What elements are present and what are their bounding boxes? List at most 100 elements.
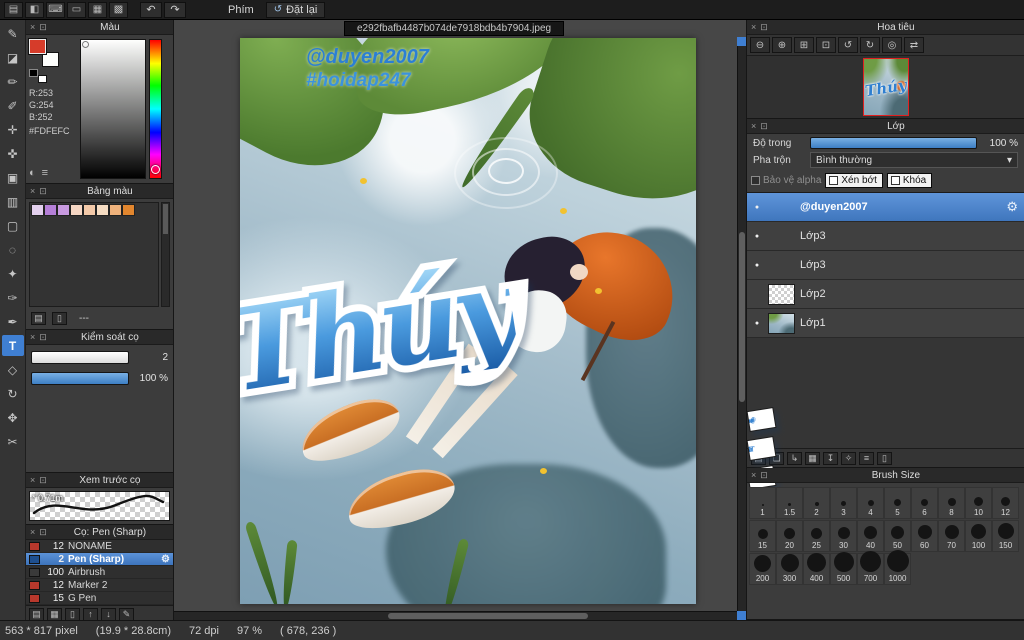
scroll-up-button[interactable] — [737, 37, 746, 46]
sv-marker[interactable] — [82, 41, 89, 48]
add-brush-icon[interactable]: ▤ — [29, 607, 44, 621]
alpha-lock-checkbox[interactable]: Bảo vệ alpha — [751, 175, 821, 186]
new-document-icon[interactable]: ▤ — [4, 1, 23, 18]
foreground-background-swatches[interactable] — [29, 39, 59, 67]
brush-size-option[interactable]: 10 — [965, 487, 992, 519]
hue-marker[interactable] — [151, 165, 160, 174]
reset-button[interactable]: ↺ Đặt lại — [265, 1, 326, 18]
brush-size-option[interactable]: 40 — [857, 520, 884, 552]
brush-size-option[interactable]: 8 — [938, 487, 965, 519]
default-colors-widget[interactable] — [29, 69, 47, 83]
hand-tool[interactable]: ✥ — [2, 407, 24, 428]
zoom-in-icon[interactable]: ⊕ — [772, 37, 792, 53]
scroll-down-button[interactable] — [737, 611, 746, 620]
layer-settings-icon[interactable]: ⚙ — [1006, 199, 1020, 215]
comment-icon[interactable]: ◧ — [25, 1, 44, 18]
default-white-swatch[interactable] — [38, 75, 47, 83]
keyboard-icon[interactable]: ⌨ — [46, 1, 65, 18]
brush-size-option[interactable]: 50 — [884, 520, 911, 552]
brush-size-option[interactable]: 300 — [776, 553, 803, 585]
canvas-artwork[interactable]: Thúy Thúy @duyen2007 #hoidap247 — [240, 38, 696, 604]
layer-visibility-toggle[interactable]: ● — [751, 233, 763, 240]
palette-swatch[interactable] — [57, 204, 70, 216]
eraser-tool[interactable]: ◪ — [2, 47, 24, 68]
default-black-swatch[interactable] — [29, 69, 38, 77]
table-icon[interactable]: ▩ — [109, 1, 128, 18]
panel-close-icon[interactable]: × — [30, 332, 35, 342]
panel-close-icon[interactable]: × — [751, 121, 756, 131]
brush-size-option[interactable]: 25 — [803, 520, 830, 552]
brush-down-icon[interactable]: ↓ — [101, 607, 116, 621]
flip-horizontal-icon[interactable]: ⇄ — [904, 37, 924, 53]
layer-visibility-toggle[interactable]: ● — [751, 262, 763, 269]
rotate-right-icon[interactable]: ↻ — [860, 37, 880, 53]
brush-size-option[interactable]: 100 — [965, 520, 992, 552]
brush-size-option[interactable]: 500 — [830, 552, 857, 585]
panel-close-icon[interactable]: × — [751, 22, 756, 32]
palette-swatch[interactable] — [109, 204, 122, 216]
layer-row[interactable]: ● Lớp1 — [747, 309, 1024, 338]
layer-opacity-slider[interactable] — [810, 137, 977, 149]
lasso-tool[interactable]: ◌ — [2, 239, 24, 260]
panel-close-icon[interactable]: × — [30, 186, 35, 196]
brush-up-icon[interactable]: ↑ — [83, 607, 98, 621]
palette-swatch[interactable] — [70, 204, 83, 216]
brush-settings-icon[interactable]: ⚙ — [161, 554, 170, 565]
zoom-fit-icon[interactable]: ⊞ — [794, 37, 814, 53]
color-wheel-icon[interactable]: ◐ — [29, 167, 36, 179]
merge-down-icon[interactable]: ↧ — [823, 451, 838, 465]
add-palette-color-icon[interactable]: ▤ — [31, 312, 46, 325]
palette-scrollbar[interactable] — [161, 202, 170, 307]
panel-close-icon[interactable]: × — [751, 470, 756, 480]
brush-size-option[interactable]: 400 — [803, 553, 830, 585]
clipping-box[interactable] — [829, 176, 839, 185]
text-tool[interactable]: T — [1, 335, 24, 356]
horizontal-scrollbar[interactable] — [174, 611, 737, 620]
grid-icon[interactable]: ▦ — [88, 1, 107, 18]
palette-swatch[interactable] — [122, 204, 135, 216]
monitor-icon[interactable]: ▭ — [67, 1, 86, 18]
layer-visibility-toggle[interactable]: ● — [751, 204, 763, 211]
brush-opacity-slider[interactable] — [31, 372, 129, 385]
shape-tool[interactable]: ◇ — [2, 359, 24, 380]
rotate-left-icon[interactable]: ↺ — [838, 37, 858, 53]
panel-close-icon[interactable]: × — [30, 22, 35, 32]
select-rect-tool[interactable]: ▢ — [2, 215, 24, 236]
smudge-tool[interactable]: ✐ — [2, 95, 24, 116]
panel-float-icon[interactable]: ⊡ — [39, 527, 47, 537]
edit-brush-icon[interactable]: ✎ — [119, 607, 134, 621]
clear-layer-icon[interactable]: ✧ — [841, 451, 856, 465]
brush-size-option[interactable]: 12 — [992, 487, 1019, 519]
brush-size-option[interactable]: 15 — [749, 520, 776, 552]
brush-size-option[interactable]: 150 — [992, 520, 1019, 552]
alpha-lock-box[interactable] — [751, 176, 760, 185]
transfer-layer-icon[interactable]: ↳ — [787, 451, 802, 465]
layer-visibility-toggle[interactable]: ● — [751, 320, 763, 327]
brush-size-option[interactable]: 700 — [857, 551, 884, 585]
delete-palette-color-icon[interactable]: ▯ — [52, 312, 67, 325]
hue-slider[interactable] — [149, 39, 162, 179]
zoom-actual-icon[interactable]: ⊡ — [816, 37, 836, 53]
lock-box[interactable] — [890, 176, 900, 185]
canvas-area[interactable]: e292fbafb4487b074de7918bdb4b7904.jpeg Th… — [174, 20, 746, 620]
panel-float-icon[interactable]: ⊡ — [760, 22, 768, 32]
panel-float-icon[interactable]: ⊡ — [39, 22, 47, 32]
gradient-tool[interactable]: ▥ — [2, 191, 24, 212]
layer-row[interactable]: ● Thúy Lớp3 — [746, 222, 1024, 461]
palette-swatch[interactable] — [96, 204, 109, 216]
palette-swatch[interactable] — [44, 204, 57, 216]
pen-tool[interactable]: ✎ — [2, 23, 24, 44]
brush-size-option[interactable]: 1.5 — [776, 487, 803, 519]
brush-size-option[interactable]: 200 — [749, 553, 776, 585]
panel-float-icon[interactable]: ⊡ — [39, 332, 47, 342]
delete-layer-icon[interactable]: ▯ — [877, 451, 892, 465]
horizontal-scroll-thumb[interactable] — [387, 613, 588, 619]
layer-row[interactable]: Lớp2 — [747, 280, 1024, 309]
vertical-scrollbar[interactable] — [737, 37, 746, 611]
magic-wand-tool[interactable]: ✦ — [2, 263, 24, 284]
brush-size-option[interactable]: 1 — [749, 487, 776, 519]
layer-menu-icon[interactable]: ≡ — [859, 451, 874, 465]
layer-row[interactable]: ● Thúy Lớp3 — [746, 251, 1024, 490]
brush-size-option[interactable]: 4 — [857, 487, 884, 519]
panel-float-icon[interactable]: ⊡ — [39, 186, 47, 196]
